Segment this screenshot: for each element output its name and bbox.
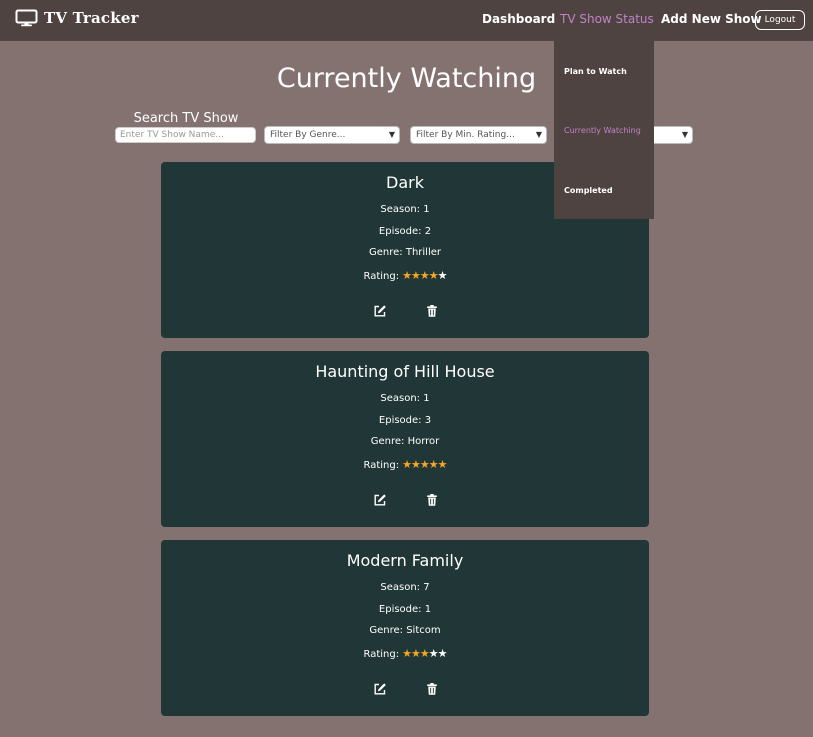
logout-button[interactable]: Logout: [755, 10, 805, 30]
star-icon: ★: [411, 458, 421, 471]
rating-label: Rating:: [363, 649, 400, 660]
star-icon: ★: [402, 458, 412, 471]
show-title: Modern Family: [346, 551, 464, 570]
star-icon: ★: [419, 269, 430, 282]
edit-icon[interactable]: [373, 492, 387, 506]
star-icon: ★: [428, 647, 439, 660]
rating-stars: ★★★★★: [402, 458, 448, 471]
star-icon: ★: [411, 647, 421, 660]
caret-down-icon: ▼: [681, 130, 688, 139]
show-season: Season: 1: [380, 393, 430, 404]
trash-icon[interactable]: [425, 303, 439, 317]
edit-icon[interactable]: [373, 681, 387, 695]
rating-label: Rating:: [363, 460, 400, 471]
show-rating: Rating: ★★★★★: [161, 647, 649, 660]
search-input[interactable]: [115, 127, 256, 143]
brand[interactable]: TV Tracker: [15, 9, 139, 27]
star-icon: ★: [402, 269, 412, 282]
caret-down-icon: ▼: [535, 130, 542, 139]
star-icon: ★: [428, 458, 439, 471]
star-icon: ★: [402, 647, 412, 660]
nav-add-new-show-link[interactable]: Add New Show: [661, 12, 762, 26]
star-icon: ★: [419, 647, 430, 660]
show-episode: Episode: 2: [378, 226, 432, 237]
navbar: TV Tracker Dashboard TV Show Status Add …: [0, 0, 813, 41]
star-icon: ★: [437, 647, 448, 660]
rating-filter-value: Filter By Min. Rating...: [416, 130, 515, 140]
page-title: Currently Watching: [276, 63, 537, 94]
star-icon: ★: [419, 458, 430, 471]
search-label: Search TV Show: [133, 111, 239, 126]
rating-filter-select[interactable]: Filter By Min. Rating... ▼: [410, 126, 547, 144]
star-icon: ★: [437, 269, 448, 282]
show-card: Modern Family Season: 7 Episode: 1 Genre…: [161, 540, 649, 716]
show-card: Haunting of Hill House Season: 1 Episode…: [161, 351, 649, 527]
edit-icon[interactable]: [373, 303, 387, 317]
rating-stars: ★★★★★: [402, 647, 448, 660]
show-season: Season: 7: [380, 582, 430, 593]
card-actions: [161, 492, 649, 506]
rating-label: Rating:: [363, 271, 400, 282]
star-icon: ★: [428, 269, 439, 282]
dropdown-item-completed[interactable]: Completed: [564, 186, 613, 195]
card-actions: [161, 303, 649, 317]
rating-stars: ★★★★★: [402, 269, 448, 282]
nav-dashboard-link[interactable]: Dashboard: [482, 12, 555, 26]
show-genre: Genre: Horror: [370, 436, 440, 447]
card-actions: [161, 681, 649, 695]
star-icon: ★: [411, 269, 421, 282]
show-episode: Episode: 1: [378, 604, 432, 615]
dropdown-item-plan-to-watch[interactable]: Plan to Watch: [564, 67, 627, 76]
brand-name: TV Tracker: [44, 9, 139, 27]
trash-icon[interactable]: [425, 492, 439, 506]
tv-icon: [15, 9, 38, 27]
show-title: Haunting of Hill House: [315, 362, 495, 381]
caret-down-icon: ▼: [388, 130, 395, 139]
trash-icon[interactable]: [425, 681, 439, 695]
show-genre: Genre: Sitcom: [369, 625, 441, 636]
dropdown-item-currently-watching[interactable]: Currently Watching: [564, 126, 641, 135]
star-icon: ★: [437, 458, 448, 471]
show-rating: Rating: ★★★★★: [161, 458, 649, 471]
genre-filter-select[interactable]: Filter By Genre... ▼: [264, 126, 400, 144]
show-genre: Genre: Thriller: [369, 247, 441, 258]
show-episode: Episode: 3: [378, 415, 432, 426]
show-rating: Rating: ★★★★★: [161, 269, 649, 282]
status-dropdown-menu: Plan to Watch Currently Watching Complet…: [554, 41, 654, 219]
nav-tv-show-status-link[interactable]: TV Show Status: [560, 12, 654, 26]
genre-filter-value: Filter By Genre...: [270, 130, 346, 140]
